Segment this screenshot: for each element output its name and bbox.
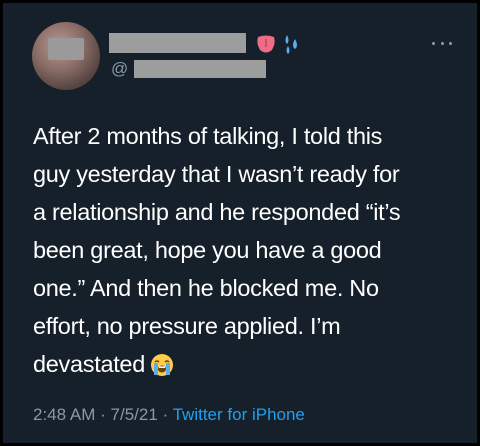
- tweet-text: After 2 months of talking, I told this g…: [33, 117, 463, 383]
- tweet-date[interactable]: 7/5/21: [111, 405, 158, 424]
- display-name-redacted[interactable]: [109, 33, 246, 53]
- handle-redacted[interactable]: [134, 60, 266, 78]
- handle-prefix[interactable]: @: [111, 59, 128, 79]
- tweet-text-line: effort, no pressure applied. I’m: [33, 313, 341, 339]
- tweet-text-line: After 2 months of talking, I told this: [33, 123, 383, 149]
- tweet-text-line: a relationship and he responded “it’s: [33, 199, 401, 225]
- avatar[interactable]: [32, 22, 100, 90]
- tweet-text-line: been great, hope you have a good: [33, 237, 382, 263]
- tweet-card: @ After 2 months of talking, I told this…: [0, 0, 480, 446]
- sweat-droplets-emoji: [285, 35, 297, 54]
- tweet-text-line: guy yesterday that I wasn’t ready for: [33, 161, 400, 187]
- tweet-time[interactable]: 2:48 AM: [33, 405, 95, 424]
- tweet-source-link[interactable]: Twitter for iPhone: [173, 405, 305, 424]
- more-options-icon[interactable]: [432, 40, 452, 46]
- tweet-text-last-words: devastated: [33, 351, 145, 377]
- tweet-metadata: 2:48 AM · 7/5/21 · Twitter for iPhone: [33, 405, 305, 425]
- tongue-emoji: [257, 35, 275, 53]
- tweet-text-line: one.” And then he blocked me. No: [33, 275, 379, 301]
- tweet-text-line-last: devastated: [33, 345, 463, 383]
- meta-separator: ·: [100, 405, 106, 424]
- avatar-redaction: [48, 38, 84, 60]
- meta-separator: ·: [162, 405, 169, 424]
- loudly-crying-face-emoji: [150, 354, 173, 376]
